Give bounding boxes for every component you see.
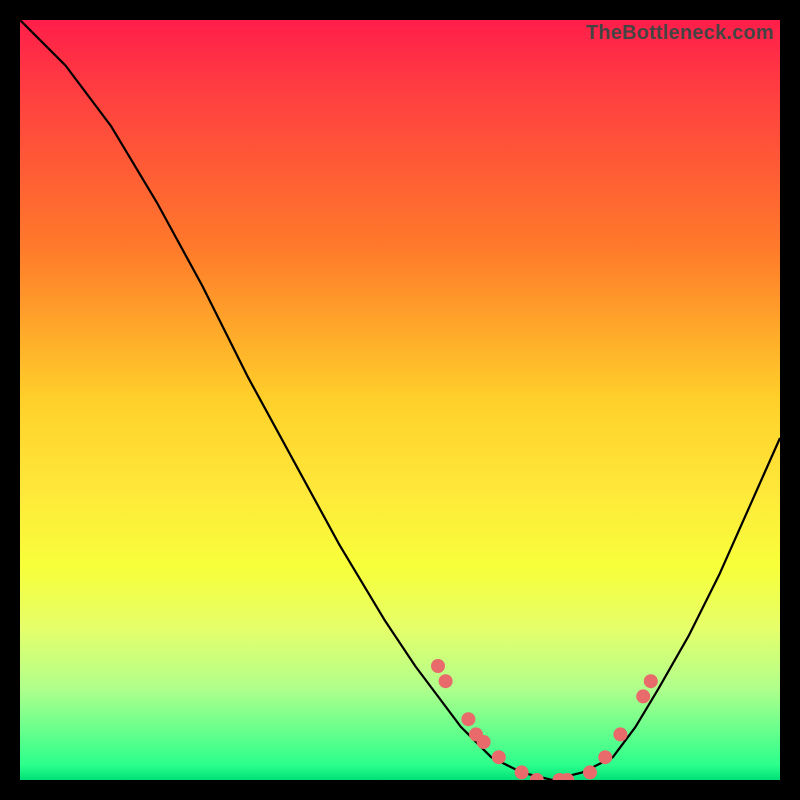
marker-dot (613, 727, 627, 741)
marker-dot (598, 750, 612, 764)
bottleneck-curve (20, 20, 780, 780)
marker-dot (583, 765, 597, 779)
marker-dots (431, 659, 658, 780)
marker-dot (461, 712, 475, 726)
curve-overlay (20, 20, 780, 780)
marker-dot (515, 765, 529, 779)
marker-dot (431, 659, 445, 673)
attribution-text: TheBottleneck.com (586, 22, 774, 45)
marker-dot (439, 674, 453, 688)
marker-dot (492, 750, 506, 764)
marker-dot (477, 735, 491, 749)
marker-dot (636, 689, 650, 703)
chart-frame: TheBottleneck.com (20, 20, 780, 780)
marker-dot (644, 674, 658, 688)
